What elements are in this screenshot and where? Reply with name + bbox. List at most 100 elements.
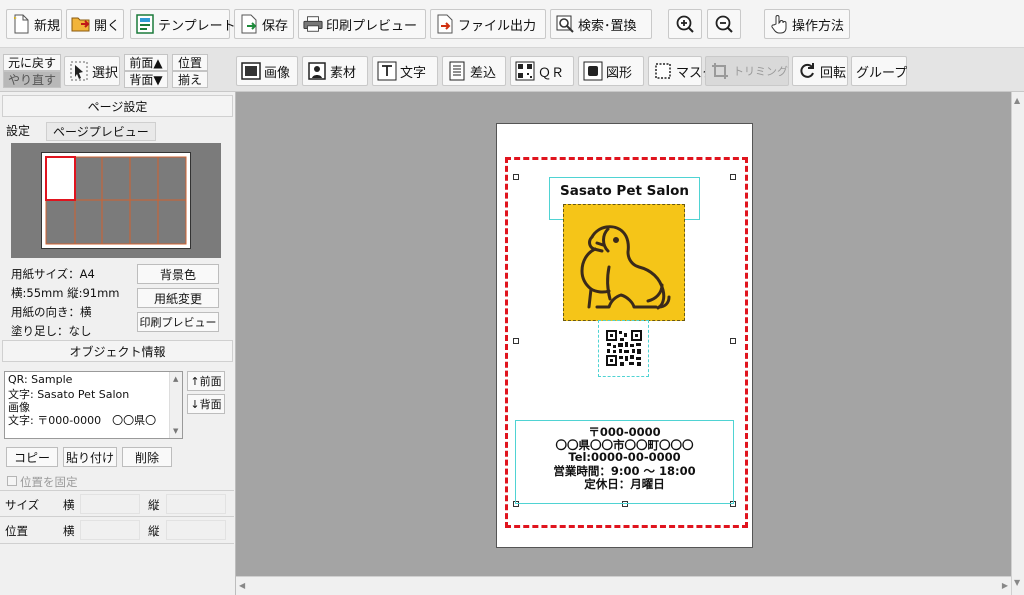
send-back-button[interactable]: 背面▼ <box>124 71 168 88</box>
save-button[interactable]: 保存 <box>234 9 294 39</box>
scroll-up-icon[interactable]: ▲ <box>173 375 178 383</box>
position-x-input[interactable] <box>80 520 140 540</box>
trimming-button[interactable]: トリミング <box>705 56 789 86</box>
vertical-scrollbar[interactable]: ▲ ▼ <box>1011 92 1024 595</box>
position-row: 位置 横 縦 <box>0 517 234 544</box>
file-output-button[interactable]: ファイル出力 <box>430 9 546 39</box>
object-list[interactable]: QR: Sample 文字: Sasato Pet Salon 画像 文字: 〒… <box>4 371 183 439</box>
new-button[interactable]: 新規 <box>6 9 62 39</box>
scroll-left-arrow-icon[interactable]: ◀ <box>239 581 245 590</box>
shape-icon <box>583 61 603 81</box>
address-textbox[interactable]: 〒000-0000 〇〇県〇〇市〇〇町〇〇〇 Tel:0000-00-0000 … <box>515 420 734 504</box>
delete-button[interactable]: 削除 <box>122 447 172 467</box>
merge-button[interactable]: 差込 <box>442 56 506 86</box>
print-preview-button[interactable]: 印刷プレビュー <box>298 9 426 39</box>
paper-preview <box>41 152 191 249</box>
open-folder-icon <box>71 14 91 34</box>
size-row: サイズ 横 縦 <box>0 490 234 517</box>
scroll-right-arrow-icon[interactable]: ▶ <box>1002 581 1008 590</box>
shape-button[interactable]: 図形 <box>578 56 644 86</box>
size-height-label: 縦 <box>148 498 160 512</box>
bg-color-button[interactable]: 背景色 <box>137 264 219 284</box>
bleed-text: 塗り足し：なし <box>11 324 92 338</box>
group-handle[interactable] <box>513 174 519 180</box>
size-width-label: 横 <box>63 498 75 512</box>
redo-button[interactable]: やり直す <box>3 71 61 88</box>
zoom-out-button[interactable] <box>707 9 741 39</box>
tab-settings[interactable]: 設定 <box>6 122 30 139</box>
select-arrow-icon <box>69 61 89 81</box>
mask-button[interactable]: マスク <box>648 56 715 86</box>
qr-button[interactable]: ＱＲ <box>510 56 574 86</box>
align-button-top[interactable]: 位置 <box>172 54 208 71</box>
material-button[interactable]: 素材 <box>302 56 368 86</box>
list-item[interactable]: 文字: 〒000-0000 〇〇県〇 <box>8 412 170 428</box>
material-icon <box>307 61 327 81</box>
size-height-input[interactable] <box>166 494 226 514</box>
group-handle[interactable] <box>730 174 736 180</box>
how-to-button[interactable]: 操作方法 <box>764 9 850 39</box>
horizontal-scrollbar[interactable]: ◀ ▶ <box>236 576 1011 595</box>
group-button[interactable]: グループ <box>851 56 907 86</box>
image-icon <box>241 61 261 81</box>
bring-front-button[interactable]: 前面▲ <box>124 54 168 71</box>
open-button[interactable]: 開く <box>66 9 124 39</box>
position-y-input[interactable] <box>166 520 226 540</box>
zoom-in-icon <box>675 14 695 34</box>
new-file-icon <box>11 14 31 34</box>
save-icon <box>239 14 259 34</box>
scroll-down-icon[interactable]: ▼ <box>173 427 178 435</box>
back-button[interactable]: ↓背面 <box>187 394 225 414</box>
template-button[interactable]: テンプレート <box>130 9 236 39</box>
image-button[interactable]: 画像 <box>236 56 298 86</box>
page-preview <box>11 143 221 258</box>
page-settings-header: ページ設定 <box>2 95 233 117</box>
list-scrollbar[interactable]: ▲ ▼ <box>169 372 182 438</box>
position-x-label: 横 <box>63 524 75 538</box>
print-preview-panel-button[interactable]: 印刷プレビュー <box>137 312 219 332</box>
mask-icon <box>653 61 673 81</box>
qr-code-icon <box>515 61 535 81</box>
zoom-in-button[interactable] <box>668 9 702 39</box>
qr-selection[interactable] <box>598 320 649 377</box>
crop-icon <box>710 61 730 81</box>
select-button[interactable]: 選択 <box>64 56 120 86</box>
hand-pointer-icon <box>769 14 789 34</box>
template-icon <box>135 14 155 34</box>
undo-button[interactable]: 元に戻す <box>3 54 61 71</box>
copy-button[interactable]: コピー <box>6 447 58 467</box>
position-label: 位置 <box>5 524 28 538</box>
search-replace-icon <box>555 14 575 34</box>
left-panel: ページ設定 設定 ページプレビュー 用紙サイズ：A4 横:55mm 縦:91mm… <box>0 92 236 595</box>
align-button-bottom[interactable]: 揃え <box>172 71 208 88</box>
pet-logo-icon <box>580 225 671 310</box>
edit-toolbar: 元に戻す やり直す 選択 前面▲ 背面▼ 位置 揃え 画像 素材 文字 差込 Ｑ… <box>0 48 1024 92</box>
lock-position-label: 位置を固定 <box>20 475 78 489</box>
text-icon <box>377 61 397 81</box>
tab-page-preview[interactable]: ページプレビュー <box>46 122 156 141</box>
scroll-up-arrow-icon[interactable]: ▲ <box>1014 96 1020 105</box>
card-title: Sasato Pet Salon <box>560 183 689 199</box>
qr-code-image <box>605 329 643 367</box>
search-replace-button[interactable]: 検索･置換 <box>550 9 652 39</box>
group-handle[interactable] <box>513 338 519 344</box>
scroll-down-arrow-icon[interactable]: ▼ <box>1014 578 1020 587</box>
size-width-input[interactable] <box>80 494 140 514</box>
logo-image[interactable] <box>563 204 685 321</box>
dimensions-text: 横:55mm 縦:91mm <box>11 286 120 300</box>
list-item[interactable]: QR: Sample <box>8 373 72 386</box>
rotate-button[interactable]: 回転 <box>792 56 848 86</box>
main-toolbar: 新規 開く テンプレート 保存 印刷プレビュー ファイル出力 検索･置換 操作方… <box>0 0 1024 48</box>
lock-position-checkbox[interactable] <box>7 476 17 486</box>
orientation-text: 用紙の向き：横 <box>11 305 92 319</box>
text-button[interactable]: 文字 <box>372 56 438 86</box>
address-line: Tel:0000-00-0000 <box>568 450 681 464</box>
change-paper-button[interactable]: 用紙変更 <box>137 288 219 308</box>
paste-button[interactable]: 貼り付け <box>63 447 117 467</box>
object-info-header: オブジェクト情報 <box>2 340 233 362</box>
rotate-icon <box>797 61 817 81</box>
group-handle[interactable] <box>730 338 736 344</box>
front-button[interactable]: ↑前面 <box>187 371 225 391</box>
address-line: 定休日：月曜日 <box>584 477 665 491</box>
business-card[interactable]: Sasato Pet Salon 〒000-0000 〇〇県〇〇市〇〇町〇〇〇 … <box>496 123 753 548</box>
